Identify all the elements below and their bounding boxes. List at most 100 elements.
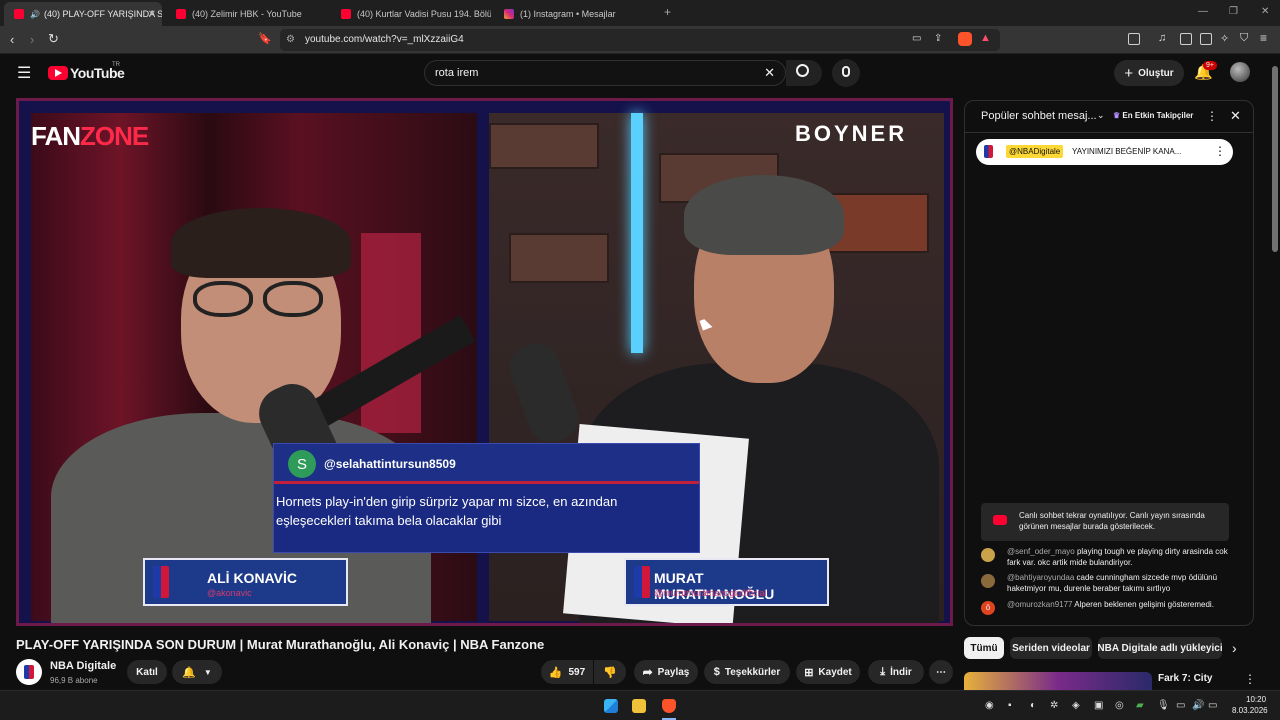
chat-replay-notice: Canlı sohbet tekrar oynatılıyor. Canlı y… xyxy=(981,503,1229,541)
channel-name[interactable]: NBA Digitale xyxy=(50,660,116,672)
channel-avatar[interactable] xyxy=(16,659,42,685)
clear-search-icon[interactable]: ✕ xyxy=(764,65,775,81)
tab-zelimir[interactable]: (40) Zelimir HBK - YouTube xyxy=(166,2,326,26)
maximize-icon[interactable]: ❐ xyxy=(1229,6,1238,17)
forward-icon[interactable]: › xyxy=(30,32,34,47)
browser-tab-strip: 🔊 (40) PLAY-OFF YARIŞINDA SO ✕ (40) Zeli… xyxy=(0,0,1280,26)
like-button[interactable]: 👍 597 xyxy=(541,660,593,684)
youtube-icon xyxy=(14,9,24,19)
close-tab-icon[interactable]: ✕ xyxy=(148,9,156,20)
reload-icon[interactable]: ↻ xyxy=(48,31,59,47)
url-bar[interactable]: ⚙ youtube.com/watch?v=_mlXzzaiiG4 xyxy=(280,29,1000,51)
network-icon[interactable]: ▭ xyxy=(1176,700,1185,711)
menu-icon[interactable]: ≡ xyxy=(1260,31,1267,45)
vpn-icon[interactable]: ⛉ xyxy=(1240,32,1248,45)
pinned-message[interactable]: @NBADigitale YAYINIMIZI BEĞENİP KANA... … xyxy=(976,139,1233,165)
replay-notice-text: Canlı sohbet tekrar oynatılıyor. Canlı y… xyxy=(1019,511,1205,531)
site-info-icon[interactable]: ⚙ xyxy=(286,34,295,45)
save-button[interactable]: ⊞ Kaydet xyxy=(796,660,860,684)
share-button[interactable]: ➦ Paylaş xyxy=(634,660,698,684)
nba-logo-icon xyxy=(634,566,650,598)
chat-author: @omurozkan9177 xyxy=(1007,600,1073,609)
chat-mode-dropdown[interactable]: Popüler sohbet mesaj... xyxy=(981,110,1097,122)
new-tab-icon[interactable]: + xyxy=(664,5,671,19)
dislike-button[interactable]: 👎 xyxy=(594,660,626,684)
more-horizontal-icon: ⋯ xyxy=(936,666,946,678)
wallet-icon[interactable] xyxy=(1200,33,1212,45)
page-scrollbar[interactable] xyxy=(1270,54,1280,690)
clock-date[interactable]: 8.03.2026 xyxy=(1232,706,1268,715)
battery-icon[interactable]: ▭ xyxy=(1208,700,1217,711)
video-player[interactable]: FANZONE BOYNER S @selahattintursun8509 H… xyxy=(16,98,953,626)
tray-app-icon[interactable]: ◐ xyxy=(1030,700,1036,711)
voice-search-button[interactable] xyxy=(832,59,860,87)
chip-uploader[interactable]: NBA Digitale adlı yükleyici xyxy=(1098,637,1222,659)
scrollbar-thumb[interactable] xyxy=(1272,66,1278,252)
tab-instagram[interactable]: (1) Instagram • Mesajlar xyxy=(494,2,654,26)
brave-rewards-icon[interactable]: ▲ xyxy=(980,32,991,44)
instagram-icon xyxy=(504,9,514,19)
comment-header: S @selahattintursun8509 xyxy=(274,444,699,484)
search-query: rota irem xyxy=(435,67,479,79)
recommended-more-icon[interactable]: ⋮ xyxy=(1244,672,1256,686)
brave-browser-icon[interactable] xyxy=(662,699,676,713)
thanks-button[interactable]: $ Teşekkürler xyxy=(704,660,790,684)
media-icon[interactable]: ♫ xyxy=(1158,32,1166,44)
chevron-right-icon[interactable]: › xyxy=(1232,640,1237,656)
chip-series[interactable]: Seriden videolar xyxy=(1010,637,1092,659)
guide-menu-icon[interactable]: ☰ xyxy=(17,63,31,83)
volume-icon[interactable]: 🔊 xyxy=(1192,700,1204,711)
close-window-icon[interactable]: ✕ xyxy=(1261,6,1269,17)
sidebar-icon[interactable] xyxy=(1180,33,1192,45)
tab-title: (1) Instagram • Mesajlar xyxy=(520,9,616,19)
youtube-logo-icon[interactable] xyxy=(48,66,68,80)
close-chat-icon[interactable]: ✕ xyxy=(1230,108,1241,124)
tray-app-icon[interactable]: ✲ xyxy=(1050,700,1058,711)
brave-shields-icon[interactable] xyxy=(958,32,972,46)
host-left-hair xyxy=(171,208,351,278)
create-button[interactable]: + Oluştur xyxy=(1114,60,1184,86)
top-fans-chip[interactable]: ♛ En Etkin Takipçiler xyxy=(1113,111,1193,120)
download-button[interactable]: ⤓ İndir xyxy=(868,660,924,684)
more-actions-button[interactable]: ⋯ xyxy=(929,660,953,684)
tray-app-icon[interactable]: ▪ xyxy=(1008,700,1012,711)
tray-app-icon[interactable]: ◈ xyxy=(1072,700,1080,711)
back-icon[interactable]: ‹ xyxy=(10,32,14,47)
top-fans-label: En Etkin Takipçiler xyxy=(1122,111,1194,120)
chat-more-icon[interactable]: ⋮ xyxy=(1206,109,1218,123)
minimize-icon[interactable]: — xyxy=(1198,6,1208,17)
screenshot-icon[interactable] xyxy=(1128,33,1140,45)
bell-icon: 🔔 xyxy=(182,666,196,679)
host-right-hair xyxy=(684,175,844,255)
tray-app-icon[interactable]: ▰ xyxy=(1136,700,1144,711)
fanzone-logo-fan: FAN xyxy=(31,121,81,151)
tray-app-icon[interactable]: ◉ xyxy=(985,700,994,711)
join-button[interactable]: Katıl xyxy=(127,660,167,684)
subscribe-notifications-button[interactable]: 🔔 ▼ xyxy=(172,660,222,684)
leo-ai-icon[interactable]: ✧ xyxy=(1220,32,1229,45)
file-explorer-icon[interactable] xyxy=(632,699,646,713)
guest-name: ALİ KONAVİC xyxy=(207,570,297,586)
glasses-left-lens xyxy=(193,281,253,317)
save-label: Kaydet xyxy=(818,666,852,678)
share-icon[interactable]: ⇪ xyxy=(934,33,942,44)
pinned-more-icon[interactable]: ⋮ xyxy=(1214,144,1226,158)
cast-icon[interactable]: ▭ xyxy=(912,33,921,44)
search-button[interactable] xyxy=(786,60,822,86)
tray-app-icon[interactable]: ◎ xyxy=(1115,700,1124,711)
chevron-down-icon[interactable]: ⌄ xyxy=(1097,110,1105,121)
windows-start-icon[interactable] xyxy=(604,699,618,713)
bookmark-icon[interactable]: 🔖 xyxy=(258,32,272,45)
fanzone-logo-zone: ZONE xyxy=(80,121,149,151)
tray-app-icon[interactable]: ▣ xyxy=(1094,700,1103,711)
account-avatar[interactable] xyxy=(1230,62,1250,82)
recommended-thumbnail[interactable] xyxy=(964,672,1152,690)
tab-kurtlar-vadisi[interactable]: (40) Kurtlar Vadisi Pusu 194. Bölüm xyxy=(331,2,491,26)
clock-time[interactable]: 10:20 xyxy=(1246,695,1266,704)
tab-play-off[interactable]: 🔊 (40) PLAY-OFF YARIŞINDA SO ✕ xyxy=(4,2,162,26)
microphone-icon[interactable]: 🎙 xyxy=(1157,700,1170,711)
search-input[interactable]: rota irem ✕ xyxy=(424,60,786,86)
chip-all[interactable]: Tümü xyxy=(964,637,1004,659)
like-count: 597 xyxy=(568,666,586,678)
recommended-title[interactable]: Fark 7: City xyxy=(1158,673,1212,684)
